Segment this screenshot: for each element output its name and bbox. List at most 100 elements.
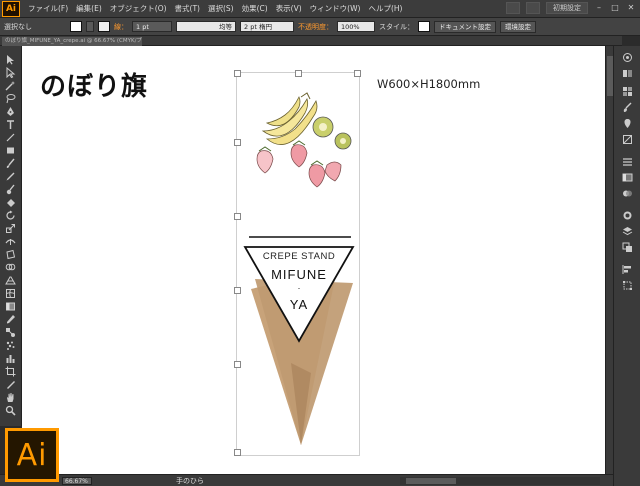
banana-illustration bbox=[261, 92, 318, 145]
horizontal-scroll-thumb[interactable] bbox=[406, 478, 456, 484]
grommet-top-center[interactable] bbox=[295, 70, 302, 77]
stroke-swatch[interactable] bbox=[98, 21, 110, 32]
opacity-field[interactable]: 100% bbox=[337, 21, 375, 32]
grommet-bottom-left[interactable] bbox=[234, 449, 241, 456]
workspace-switcher[interactable]: 初期設定 bbox=[546, 2, 588, 14]
eraser-icon[interactable] bbox=[5, 197, 16, 208]
scale-icon[interactable] bbox=[5, 223, 16, 234]
direct-selection-icon[interactable] bbox=[5, 67, 16, 78]
status-bar: 66.67% 手のひら bbox=[0, 474, 613, 486]
artwork-illustration bbox=[243, 92, 355, 445]
illustrator-badge: Ai bbox=[5, 428, 59, 482]
opacity-label[interactable]: 不透明度： bbox=[298, 22, 333, 32]
menu-bar: Ai ファイル(F) 編集(E) オブジェクト(O) 書式(T) 選択(S) 効… bbox=[0, 0, 640, 18]
horizontal-scrollbar[interactable] bbox=[400, 477, 600, 485]
grommet-left-4[interactable] bbox=[234, 361, 241, 368]
magic-wand-icon[interactable] bbox=[5, 80, 16, 91]
free-transform-icon[interactable] bbox=[5, 249, 16, 260]
panel-dock bbox=[613, 46, 640, 486]
menu-window[interactable]: ウィンドウ(W) bbox=[310, 3, 361, 14]
brand-line2: MIFUNE bbox=[271, 267, 327, 282]
document-setup-button[interactable]: ドキュメント設定 bbox=[434, 20, 496, 33]
zoom-icon[interactable] bbox=[5, 405, 16, 416]
menu-effect[interactable]: 効果(C) bbox=[242, 3, 268, 14]
stroke-label[interactable]: 線： bbox=[114, 22, 128, 32]
symbols-icon[interactable] bbox=[622, 118, 633, 129]
artboard-icon[interactable] bbox=[5, 366, 16, 377]
stroke-style-dropdown[interactable]: 均等 bbox=[176, 21, 236, 32]
menu-select[interactable]: 選択(S) bbox=[208, 3, 234, 14]
canvas[interactable]: のぼり旗 W600×H1800mm CREPE STAND MIFUNE · Y… bbox=[22, 46, 605, 474]
control-bar: 選択なし 線： 1 pt 均等 2 pt 楕円 不透明度： 100% スタイル：… bbox=[0, 18, 640, 36]
pen-icon[interactable] bbox=[5, 106, 16, 117]
app-logo: Ai bbox=[2, 0, 20, 17]
blend-icon[interactable] bbox=[5, 327, 16, 338]
gradient-panel-icon[interactable] bbox=[622, 172, 633, 183]
blob-brush-icon[interactable] bbox=[5, 184, 16, 195]
hand-icon[interactable] bbox=[5, 392, 16, 403]
current-tool-status[interactable]: 手のひら bbox=[176, 476, 204, 486]
menu-type[interactable]: 書式(T) bbox=[175, 3, 200, 14]
graphic-style-swatch[interactable] bbox=[418, 21, 430, 32]
zoom-level-field[interactable]: 66.67% bbox=[62, 477, 92, 485]
swatches-icon[interactable] bbox=[622, 86, 633, 97]
document-tab[interactable]: のぼり旗_MIFUNE_YA_crepe.ai @ 66.67% (CMYK/プ… bbox=[2, 37, 142, 46]
line-icon[interactable] bbox=[5, 132, 16, 143]
perspective-icon[interactable] bbox=[5, 275, 16, 286]
bridge-button[interactable] bbox=[506, 2, 520, 14]
slice-icon[interactable] bbox=[5, 379, 16, 390]
arrange-documents-button[interactable] bbox=[526, 2, 540, 14]
color-guide-icon[interactable] bbox=[622, 68, 633, 79]
pencil-icon[interactable] bbox=[5, 171, 16, 182]
lasso-icon[interactable] bbox=[5, 93, 16, 104]
mesh-icon[interactable] bbox=[5, 288, 16, 299]
menu-help[interactable]: ヘルプ(H) bbox=[368, 3, 402, 14]
artboard[interactable]: CREPE STAND MIFUNE · YA bbox=[234, 70, 361, 456]
column-graph-icon[interactable] bbox=[5, 353, 16, 364]
rectangle-icon[interactable] bbox=[5, 145, 16, 156]
grommet-left-2[interactable] bbox=[234, 213, 241, 220]
dimensions-label: W600×H1800mm bbox=[377, 77, 481, 91]
artboards-icon[interactable] bbox=[622, 242, 633, 253]
fill-swatch[interactable] bbox=[70, 21, 82, 32]
minimize-icon[interactable]: – bbox=[594, 3, 604, 13]
maximize-icon[interactable]: □ bbox=[610, 3, 620, 13]
menu-view[interactable]: 表示(V) bbox=[276, 3, 302, 14]
paintbrush-icon[interactable] bbox=[5, 158, 16, 169]
transform-icon[interactable] bbox=[622, 280, 633, 291]
selection-icon[interactable] bbox=[5, 54, 16, 65]
gradient-icon[interactable] bbox=[5, 301, 16, 312]
eyedropper-icon[interactable] bbox=[5, 314, 16, 325]
tools-panel bbox=[0, 46, 22, 426]
stroke-weight-field[interactable]: 1 pt bbox=[132, 21, 172, 32]
brush-dropdown[interactable]: 2 pt 楕円 bbox=[240, 21, 294, 32]
vertical-scrollbar[interactable] bbox=[605, 46, 613, 474]
close-icon[interactable]: ✕ bbox=[626, 3, 636, 13]
preferences-button[interactable]: 環境設定 bbox=[500, 20, 536, 33]
appearance-icon[interactable] bbox=[622, 210, 633, 221]
grommet-left-1[interactable] bbox=[234, 139, 241, 146]
brand-dot: · bbox=[297, 283, 301, 293]
menu-right-area: 初期設定 – □ ✕ bbox=[506, 2, 636, 14]
symbol-sprayer-icon[interactable] bbox=[5, 340, 16, 351]
width-icon[interactable] bbox=[5, 236, 16, 247]
menu-object[interactable]: オブジェクト(O) bbox=[110, 3, 167, 14]
fill-dropdown[interactable] bbox=[86, 21, 94, 32]
transparency-icon[interactable] bbox=[622, 188, 633, 199]
menu-file[interactable]: ファイル(F) bbox=[28, 3, 68, 14]
canvas-heading: のぼり旗 bbox=[40, 72, 149, 102]
grommet-left-3[interactable] bbox=[234, 287, 241, 294]
rotate-icon[interactable] bbox=[5, 210, 16, 221]
stroke-icon[interactable] bbox=[622, 156, 633, 167]
graphic-styles-icon[interactable] bbox=[622, 134, 633, 145]
layers-icon[interactable] bbox=[622, 226, 633, 237]
grommet-top-right[interactable] bbox=[354, 70, 361, 77]
type-icon[interactable] bbox=[5, 119, 16, 130]
shape-builder-icon[interactable] bbox=[5, 262, 16, 273]
brushes-icon[interactable] bbox=[622, 102, 633, 113]
grommet-top-left[interactable] bbox=[234, 70, 241, 77]
color-panel-icon[interactable] bbox=[622, 52, 633, 63]
align-icon[interactable] bbox=[622, 264, 633, 275]
menu-edit[interactable]: 編集(E) bbox=[76, 3, 102, 14]
selection-status: 選択なし bbox=[4, 22, 32, 31]
